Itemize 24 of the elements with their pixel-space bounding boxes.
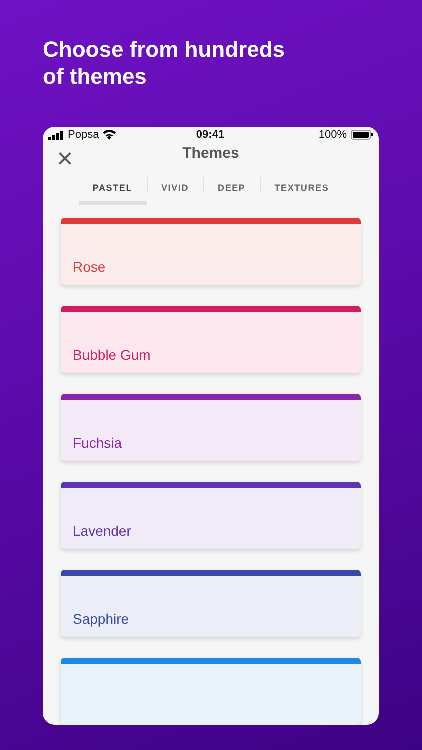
battery-percent: 100% xyxy=(318,129,347,141)
tab[interactable]: DEEP xyxy=(204,175,260,205)
tab[interactable]: PASTEL xyxy=(78,175,146,205)
theme-name: Bubble Gum xyxy=(72,347,152,365)
theme-card[interactable]: Bubble Gum xyxy=(61,306,361,373)
tab[interactable]: VIVID xyxy=(148,175,204,205)
theme-card[interactable] xyxy=(61,658,361,725)
theme-name: Rose xyxy=(72,259,107,277)
battery-icon xyxy=(350,130,373,140)
carrier-name: Popsa xyxy=(68,129,100,141)
status-time: 09:41 xyxy=(196,129,225,141)
theme-card[interactable]: Fuchsia xyxy=(61,394,361,461)
screen-title: Themes xyxy=(182,145,240,162)
close-button[interactable]: × xyxy=(57,145,74,173)
theme-name: Lavender xyxy=(72,523,132,541)
signal-icon xyxy=(48,130,64,140)
theme-card[interactable]: Sapphire xyxy=(61,570,361,637)
tab[interactable]: TEXTURES xyxy=(260,175,344,205)
theme-name: Fuchsia xyxy=(72,435,124,453)
theme-card[interactable]: Rose xyxy=(61,218,361,285)
theme-card[interactable]: Lavender xyxy=(61,482,361,549)
headline: Choose from hundreds of themes xyxy=(43,36,286,90)
wifi-icon xyxy=(103,130,116,140)
theme-name: Sapphire xyxy=(72,611,130,629)
